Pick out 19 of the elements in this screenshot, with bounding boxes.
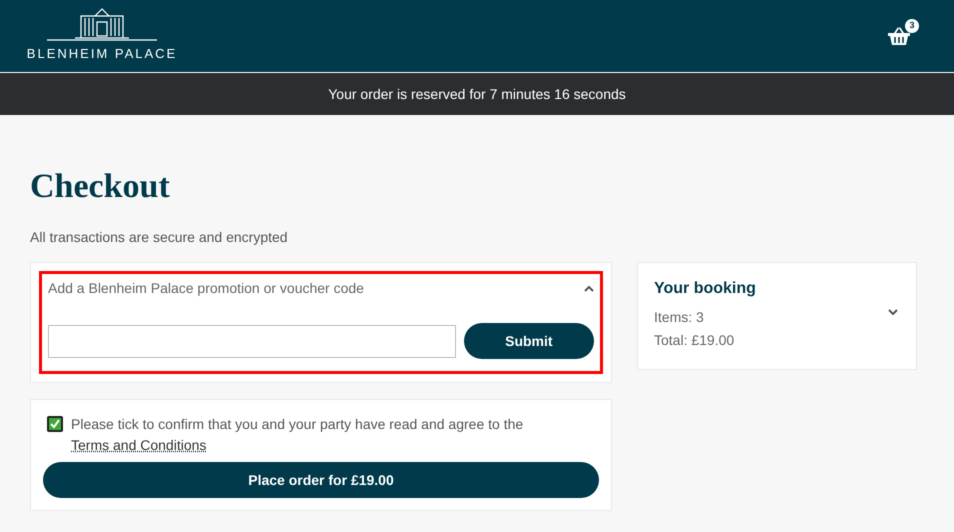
- place-order-button[interactable]: Place order for £19.00: [43, 462, 599, 498]
- booking-title: Your booking: [654, 279, 756, 299]
- terms-checkbox[interactable]: [47, 416, 63, 432]
- palace-logo-icon: [47, 8, 157, 42]
- promo-toggle[interactable]: Add a Blenheim Palace promotion or voucher code: [48, 278, 364, 299]
- reservation-timer-text: Your order is reserved for 7 minutes 16 seconds: [328, 84, 626, 104]
- basket-icon[interactable]: [888, 27, 910, 45]
- booking-items: Items: 3: [654, 308, 705, 327]
- terms-link[interactable]: Terms and Conditions: [71, 437, 206, 453]
- submit-button[interactable]: Submit: [464, 323, 594, 359]
- logo-text: BLENHEIM PALACE: [26, 45, 178, 64]
- page-title: Checkout: [30, 167, 171, 207]
- terms-text: Please tick to confirm that you and your party have read and agree to the Terms and Conditions: [71, 415, 524, 455]
- voucher-code-field[interactable]: [48, 324, 456, 358]
- basket-count-badge: 3: [905, 19, 919, 33]
- caret-icon[interactable]: [888, 309, 898, 316]
- booking-total: Total: £19.00: [654, 331, 736, 350]
- secure-note: All transactions are secure and encrypted: [30, 228, 289, 247]
- caret-icon[interactable]: [584, 285, 594, 292]
